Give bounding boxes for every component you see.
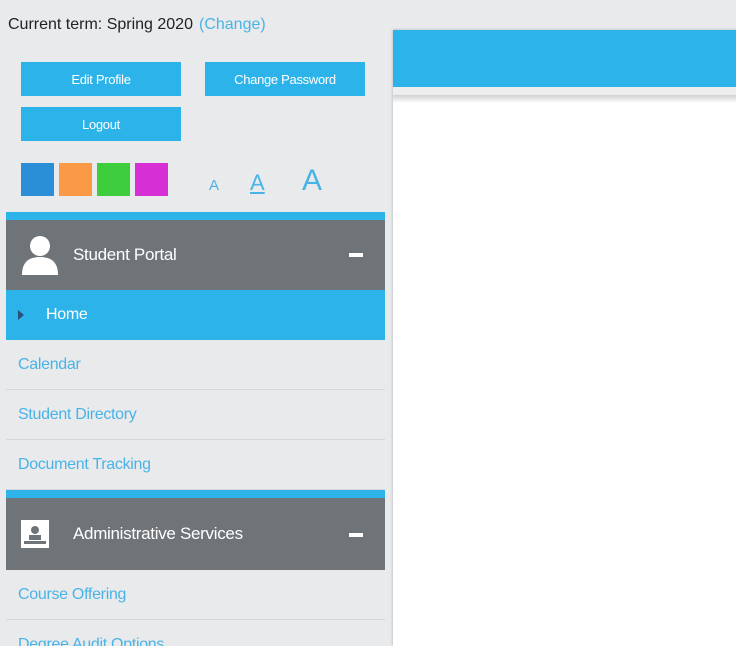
font-size-small[interactable]: A xyxy=(209,177,219,194)
font-size-large[interactable]: A xyxy=(302,164,322,198)
theme-swatch-orange[interactable] xyxy=(59,163,92,196)
logout-button[interactable]: Logout xyxy=(21,107,181,141)
nav-item-label: Degree Audit Options xyxy=(18,635,165,646)
nav-item-label: Calendar xyxy=(18,355,81,373)
nav-item-document-tracking[interactable]: Document Tracking xyxy=(6,440,385,490)
nav-item-label: Student Directory xyxy=(18,405,137,423)
nav-item-calendar[interactable]: Calendar xyxy=(6,340,385,390)
collapse-icon[interactable] xyxy=(349,253,363,257)
current-term-label: Current term: Spring 2020 xyxy=(8,16,193,33)
main-header-shadow xyxy=(393,95,736,103)
edit-profile-button[interactable]: Edit Profile xyxy=(21,62,181,96)
section-header-administrative-services[interactable]: Administrative Services xyxy=(6,498,385,570)
current-term: Current term: Spring 2020 (Change) xyxy=(8,16,266,34)
nav-item-label: Course Offering xyxy=(18,585,127,603)
nav-item-label: Document Tracking xyxy=(18,455,151,473)
section-header-student-portal[interactable]: Student Portal xyxy=(6,220,385,290)
nav-item-home[interactable]: Home xyxy=(6,290,385,340)
font-size-medium[interactable]: A xyxy=(250,170,265,196)
theme-swatch-magenta[interactable] xyxy=(135,163,168,196)
section-accent-strip xyxy=(6,212,385,220)
theme-swatch-green[interactable] xyxy=(97,163,130,196)
nav-item-degree-audit-options[interactable]: Degree Audit Options xyxy=(6,620,385,646)
section-title-administrative-services: Administrative Services xyxy=(73,524,243,543)
section-accent-strip xyxy=(6,490,385,498)
nav-item-label: Home xyxy=(46,306,88,323)
user-icon xyxy=(20,233,60,275)
main-content-frame xyxy=(393,30,736,646)
main-content-header xyxy=(393,30,736,95)
change-password-button[interactable]: Change Password xyxy=(205,62,365,96)
change-term-link[interactable]: (Change) xyxy=(199,16,266,33)
collapse-icon[interactable] xyxy=(349,533,363,537)
theme-swatch-blue[interactable] xyxy=(21,163,54,196)
nav-item-student-directory[interactable]: Student Directory xyxy=(6,390,385,440)
admin-services-icon xyxy=(20,519,50,549)
chevron-right-icon xyxy=(18,310,24,320)
sidebar: ​ Current term: Spring 2020(Change) Edit… xyxy=(0,0,385,646)
section-title-student-portal: Student Portal xyxy=(73,245,177,264)
nav-item-course-offering[interactable]: Course Offering xyxy=(6,570,385,620)
